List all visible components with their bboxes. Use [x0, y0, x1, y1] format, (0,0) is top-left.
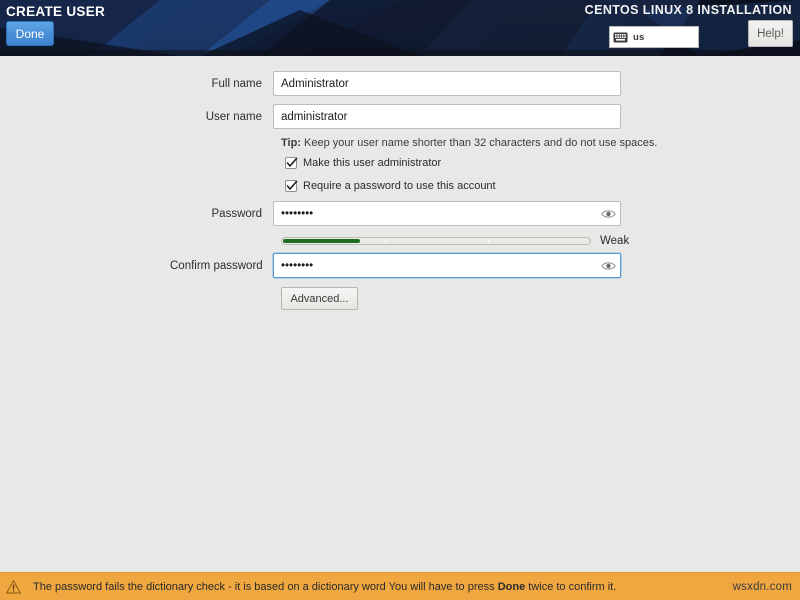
tip-body: Keep your user name shorter than 32 char…: [300, 137, 658, 149]
keyboard-layout-label: us: [633, 31, 645, 43]
done-button[interactable]: Done: [6, 21, 54, 46]
warning-bar: The password fails the dictionary check …: [0, 572, 800, 600]
meter-tick: [385, 239, 386, 243]
password-field-wrap: [273, 201, 621, 226]
confirm-password-input[interactable]: [273, 253, 621, 278]
confirm-password-label: Confirm password: [170, 259, 263, 272]
make-administrator-checkbox[interactable]: [285, 157, 298, 169]
password-strength-label: Weak: [600, 235, 630, 247]
installation-title: CENTOS LINUX 8 INSTALLATION: [584, 3, 792, 17]
keyboard-layout-indicator[interactable]: us: [609, 26, 699, 48]
header-bar: CREATE USER Done CENTOS LINUX 8 INSTALLA…: [0, 0, 800, 56]
password-label: Password: [211, 207, 263, 220]
confirm-password-row: Confirm password: [170, 253, 621, 278]
warning-triangle-icon: [6, 579, 21, 593]
require-password-checkbox-row[interactable]: Require a password to use this account: [285, 180, 496, 192]
checkmark-icon: [286, 157, 298, 167]
eye-icon: [600, 261, 616, 270]
password-strength-meter: [281, 237, 591, 245]
require-password-checkbox[interactable]: [285, 180, 298, 192]
user-name-row: User name: [170, 104, 621, 129]
warning-message-part2: twice to confirm it.: [525, 580, 617, 593]
password-row: Password: [170, 201, 621, 226]
warning-message: The password fails the dictionary check …: [33, 581, 616, 593]
require-password-label: Require a password to use this account: [303, 180, 496, 192]
advanced-button[interactable]: Advanced...: [281, 287, 358, 310]
help-button[interactable]: Help!: [748, 20, 793, 47]
meter-tick: [488, 239, 489, 243]
full-name-label: Full name: [211, 77, 263, 90]
user-name-label: User name: [205, 110, 262, 123]
full-name-input[interactable]: [273, 71, 621, 96]
make-administrator-checkbox-row[interactable]: Make this user administrator: [285, 157, 441, 169]
warning-message-part1: The password fails the dictionary check …: [33, 580, 498, 593]
eye-icon: [600, 209, 616, 218]
password-input[interactable]: [273, 201, 621, 226]
password-strength-fill: [283, 239, 360, 243]
watermark: wsxdn.com: [732, 580, 792, 593]
user-name-input[interactable]: [273, 104, 621, 129]
page-title: CREATE USER: [6, 4, 106, 19]
username-tip: Tip: Keep your user name shorter than 32…: [281, 137, 657, 149]
keyboard-icon: [613, 32, 628, 42]
checkmark-icon: [286, 180, 298, 190]
confirm-password-reveal-eye-icon[interactable]: [600, 259, 616, 272]
password-strength-row: Weak: [281, 235, 629, 247]
password-reveal-eye-icon[interactable]: [600, 207, 616, 220]
warning-message-bold: Done: [497, 580, 526, 593]
confirm-password-field-wrap: [273, 253, 621, 278]
installer-window: CREATE USER Done CENTOS LINUX 8 INSTALLA…: [0, 0, 800, 600]
full-name-row: Full name: [170, 71, 621, 96]
tip-prefix: Tip:: [281, 137, 301, 149]
make-administrator-label: Make this user administrator: [303, 157, 442, 169]
